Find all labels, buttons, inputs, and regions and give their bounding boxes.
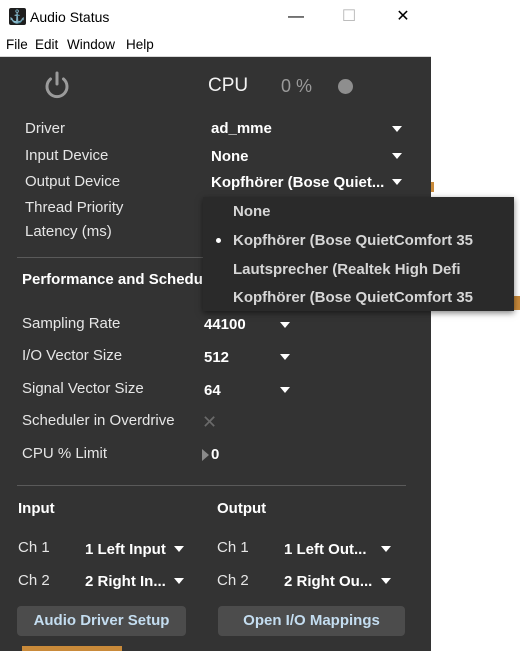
window-title: Audio Status — [30, 9, 110, 25]
output-ch2-select[interactable]: 2 Right Ou... — [284, 573, 372, 590]
output-ch1-select[interactable]: 1 Left Out... — [284, 541, 367, 558]
cpu-limit-label: CPU % Limit — [22, 445, 108, 462]
input-device-label: Input Device — [25, 147, 109, 164]
audio-driver-setup-button[interactable]: Audio Driver Setup — [17, 606, 186, 636]
app-icon: ⚓ — [9, 8, 26, 25]
chevron-down-icon[interactable] — [381, 546, 391, 552]
cpu-label: CPU — [208, 75, 249, 96]
thread-priority-label: Thread Priority — [25, 199, 124, 216]
sampling-rate-label: Sampling Rate — [22, 315, 121, 332]
background-accent — [22, 646, 122, 651]
status-indicator — [338, 79, 353, 94]
chevron-down-icon[interactable] — [280, 387, 290, 393]
chevron-down-icon[interactable] — [392, 153, 402, 159]
menu-edit[interactable]: Edit — [35, 37, 58, 52]
output-ch2-label: Ch 2 — [217, 572, 249, 589]
overdrive-label: Scheduler in Overdrive — [22, 412, 175, 429]
output-device-label: Output Device — [25, 173, 121, 190]
signal-vector-size-label: Signal Vector Size — [22, 380, 144, 397]
chevron-down-icon[interactable] — [381, 578, 391, 584]
overdrive-toggle[interactable]: ✕ — [202, 412, 217, 433]
cpu-value: 0 % — [281, 76, 313, 96]
open-io-mappings-button[interactable]: Open I/O Mappings — [218, 606, 405, 636]
divider — [17, 485, 406, 486]
input-ch1-select[interactable]: 1 Left Input — [85, 541, 166, 558]
chevron-down-icon[interactable] — [280, 322, 290, 328]
latency-label: Latency (ms) — [25, 223, 112, 240]
menu-file[interactable]: File — [6, 37, 28, 52]
close-button[interactable]: ✕ — [390, 4, 416, 30]
menu-help[interactable]: Help — [126, 37, 154, 52]
output-heading: Output — [217, 500, 267, 517]
output-device-select[interactable]: Kopfhörer (Bose Quiet... — [211, 174, 384, 191]
sampling-rate-select[interactable]: 44100 — [204, 316, 246, 333]
input-ch1-label: Ch 1 — [18, 539, 50, 556]
chevron-down-icon[interactable] — [280, 354, 290, 360]
input-ch2-label: Ch 2 — [18, 572, 50, 589]
driver-select[interactable]: ad_mme — [211, 120, 272, 137]
menu-option-kopfhorer-2[interactable]: Kopfhörer (Bose QuietComfort 35 — [233, 289, 473, 306]
performance-heading: Performance and Schedu — [22, 271, 203, 288]
chevron-down-icon[interactable] — [174, 578, 184, 584]
menu-option-kopfhorer[interactable]: Kopfhörer (Bose QuietComfort 35 — [233, 232, 473, 249]
menu-option-lautsprecher[interactable]: Lautsprecher (Realtek High Defi — [233, 261, 461, 278]
power-icon[interactable] — [42, 70, 72, 101]
io-vector-size-select[interactable]: 512 — [204, 349, 229, 366]
menu-option-none[interactable]: None — [233, 203, 271, 220]
chevron-down-icon[interactable] — [392, 179, 402, 185]
menu-bar: File Edit Window Help — [0, 34, 431, 57]
input-heading: Input — [18, 500, 55, 517]
chevron-down-icon[interactable] — [392, 126, 402, 132]
chevron-down-icon[interactable] — [174, 546, 184, 552]
input-ch2-select[interactable]: 2 Right In... — [85, 573, 166, 590]
driver-label: Driver — [25, 120, 65, 137]
input-device-select[interactable]: None — [211, 148, 249, 165]
output-ch1-label: Ch 1 — [217, 539, 249, 556]
minimize-button[interactable]: — — [283, 4, 309, 30]
output-device-menu: None Kopfhörer (Bose QuietComfort 35 Lau… — [203, 197, 514, 311]
cpu-limit-number[interactable]: 0 — [211, 446, 219, 463]
maximize-button[interactable]: ☐ — [336, 4, 362, 30]
background-window — [431, 0, 520, 651]
io-vector-size-label: I/O Vector Size — [22, 347, 123, 364]
title-bar: ⚓ Audio Status — ☐ ✕ — [0, 0, 431, 34]
triangle-right-icon — [202, 449, 209, 461]
menu-window[interactable]: Window — [67, 37, 115, 52]
signal-vector-size-select[interactable]: 64 — [204, 382, 221, 399]
selected-dot-icon — [216, 238, 221, 243]
